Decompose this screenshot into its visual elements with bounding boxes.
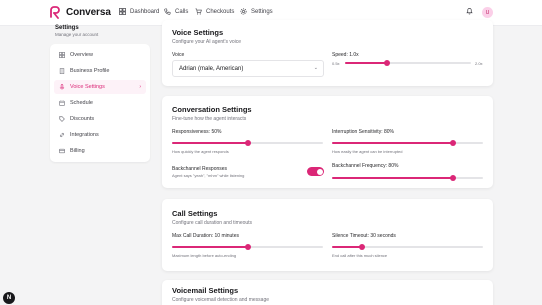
gear-icon [240, 8, 247, 15]
next-devtools-button[interactable]: N [3, 292, 15, 304]
sidebar-item-billing[interactable]: Billing [54, 144, 146, 158]
sidebar-item-label: Integrations [70, 132, 99, 138]
settings-sidebar: Overview Business Profile Voice Settings… [50, 44, 150, 162]
max-duration-slider-fill [172, 246, 248, 248]
speed-slider[interactable] [345, 59, 471, 66]
sidebar-item-label: Schedule [70, 100, 93, 106]
sidebar-item-overview[interactable]: Overview [54, 48, 146, 62]
sidebar-item-schedule[interactable]: Schedule [54, 96, 146, 110]
interruption-slider[interactable] [332, 139, 483, 146]
sidebar-item-label: Business Profile [70, 68, 110, 74]
grid-icon [59, 52, 65, 58]
sidebar-title: Settings [55, 25, 79, 31]
voice-select[interactable]: Adrian (male, American) ⌄ [172, 60, 324, 77]
speed-max-label: 2.0x [475, 61, 483, 66]
building-icon [59, 68, 65, 74]
call-settings-title: Call Settings [172, 209, 218, 218]
sidebar-item-voice-settings[interactable]: Voice Settings › [54, 80, 146, 94]
backchannel-hint: Agent says "yeah", "mhm" while listening [172, 173, 245, 178]
voice-select-value: Adrian (male, American) [179, 65, 244, 72]
voice-settings-card: Voice Settings Configure your AI agent's… [162, 20, 493, 86]
conversation-settings-card: Conversation Settings Fine-tune how the … [162, 96, 493, 188]
responsiveness-hint: How quickly the agent responds [172, 149, 229, 154]
app-name: Conversa [66, 7, 111, 18]
nav-checkouts[interactable]: Checkouts [195, 8, 234, 15]
conversa-logo-icon [50, 6, 60, 19]
silence-timeout-label: Silence Timeout: 30 seconds [332, 233, 396, 239]
mic-icon [59, 84, 65, 90]
card-icon [59, 148, 65, 154]
sidebar-item-integrations[interactable]: Integrations [54, 128, 146, 142]
sidebar-item-label: Discounts [70, 116, 95, 122]
sidebar-item-label: Overview [70, 52, 93, 58]
cart-icon [195, 8, 202, 15]
nav-checkouts-label: Checkouts [206, 8, 235, 15]
bell-icon[interactable] [466, 7, 473, 15]
responsiveness-slider-fill [172, 142, 248, 144]
calendar-icon [59, 100, 65, 106]
silence-timeout-slider[interactable] [332, 243, 483, 250]
nav-settings[interactable]: Settings [240, 8, 273, 15]
nav-settings-label: Settings [251, 8, 273, 15]
silence-timeout-slider-thumb[interactable] [359, 243, 366, 250]
voicemail-settings-card: Voicemail Settings Configure voicemail d… [162, 280, 493, 305]
conversation-settings-subtitle: Fine-tune how the agent interacts [172, 116, 247, 122]
tag-icon [59, 116, 65, 122]
sidebar-subtitle: Manage your account [55, 32, 99, 37]
responsiveness-slider-thumb[interactable] [244, 139, 251, 146]
chevron-right-icon: › [139, 84, 141, 90]
silence-timeout-hint: End call after this much silence [332, 253, 388, 258]
responsiveness-label: Responsiveness: 50% [172, 129, 222, 135]
interruption-label: Interruption Sensitivity: 80% [332, 129, 394, 135]
max-duration-hint: Maximum length before auto-ending [172, 253, 237, 258]
chevron-down-icon: ⌄ [313, 65, 318, 71]
speed-slider-thumb[interactable] [383, 59, 390, 66]
link-icon [59, 132, 65, 138]
silence-timeout-slider-fill [332, 246, 363, 248]
user-avatar[interactable]: U [482, 7, 493, 18]
grid-icon [119, 8, 126, 15]
nav-dashboard[interactable]: Dashboard [119, 8, 159, 15]
sidebar-item-business-profile[interactable]: Business Profile [54, 64, 146, 78]
speed-min-label: 0.5x [332, 61, 340, 66]
nav-calls[interactable]: Calls [164, 8, 188, 15]
backchannel-toggle[interactable] [307, 167, 324, 176]
backchannel-label: Backchannel Responses [172, 166, 228, 172]
sidebar-item-label: Billing [70, 148, 85, 154]
nav-calls-label: Calls [175, 8, 189, 15]
backchannel-frequency-slider-fill [332, 177, 453, 179]
backchannel-frequency-slider[interactable] [332, 174, 483, 181]
max-duration-slider-thumb[interactable] [244, 243, 251, 250]
max-duration-slider[interactable] [172, 243, 323, 250]
backchannel-frequency-label: Backchannel Frequency: 80% [332, 163, 399, 169]
responsiveness-slider[interactable] [172, 139, 323, 146]
interruption-slider-fill [332, 142, 453, 144]
interruption-slider-thumb[interactable] [449, 139, 456, 146]
call-settings-card: Call Settings Configure call duration an… [162, 199, 493, 271]
phone-icon [164, 8, 171, 15]
sidebar-item-discounts[interactable]: Discounts [54, 112, 146, 126]
call-settings-subtitle: Configure call duration and timeouts [172, 220, 253, 226]
toggle-knob [316, 168, 323, 175]
voice-settings-title: Voice Settings [172, 28, 224, 37]
voicemail-settings-title: Voicemail Settings [172, 286, 239, 295]
speed-slider-fill [345, 62, 387, 64]
interruption-hint: How easily the agent can be interrupted [332, 149, 403, 154]
brand[interactable]: Conversa [49, 6, 111, 19]
max-duration-label: Max Call Duration: 10 minutes [172, 233, 239, 239]
voicemail-settings-subtitle: Configure voicemail detection and messag… [172, 297, 269, 303]
nav-dashboard-label: Dashboard [130, 8, 160, 15]
speed-label: Speed: 1.0x [332, 52, 359, 58]
conversation-settings-title: Conversation Settings [172, 105, 252, 114]
voice-label: Voice [172, 52, 185, 58]
voice-settings-subtitle: Configure your AI agent's voice [172, 39, 242, 45]
backchannel-frequency-slider-thumb[interactable] [449, 174, 456, 181]
sidebar-item-label: Voice Settings [70, 84, 105, 90]
